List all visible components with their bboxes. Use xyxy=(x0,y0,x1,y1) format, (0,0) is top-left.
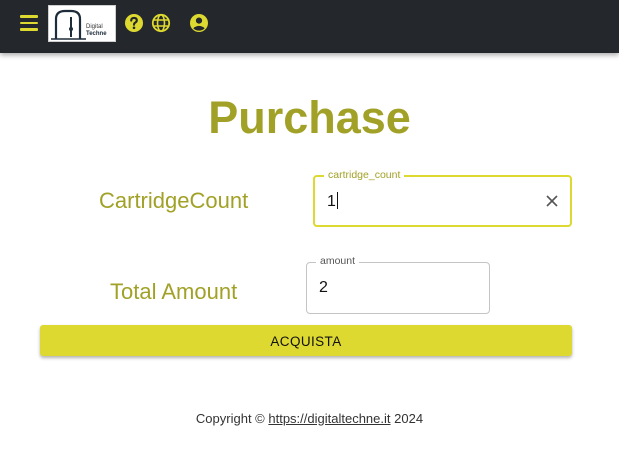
footer-link[interactable]: https://digitaltechne.it xyxy=(268,411,390,426)
text-caret xyxy=(336,192,338,209)
cartridge-count-value: 1 xyxy=(327,193,336,210)
footer: Copyright © https://digitaltechne.it 202… xyxy=(0,411,619,426)
logo-text: Digital Techne xyxy=(86,24,107,38)
copyright-text: Copyright © xyxy=(195,411,269,426)
copyright-year: 2024 xyxy=(390,411,424,426)
help-icon[interactable] xyxy=(124,13,144,33)
account-icon[interactable] xyxy=(189,13,209,33)
logo[interactable]: Digital Techne xyxy=(48,5,116,42)
cartridge-count-input[interactable]: 1 xyxy=(327,192,338,211)
logo-line1: Digital xyxy=(86,24,103,30)
app-bar: Digital Techne xyxy=(0,0,619,53)
globe-icon[interactable] xyxy=(151,13,171,33)
amount-value[interactable]: 2 xyxy=(319,279,328,297)
cartridge-count-label: CartridgeCount xyxy=(99,188,249,213)
page-title: Purchase xyxy=(208,92,411,143)
cartridge-count-field[interactable]: cartridge_count 1 xyxy=(313,169,572,227)
amount-field[interactable]: amount 2 xyxy=(306,255,490,314)
logo-line2: Techne xyxy=(86,31,107,37)
clear-icon[interactable] xyxy=(544,193,560,209)
cartridge-count-legend: cartridge_count xyxy=(324,169,405,181)
total-amount-label: Total Amount xyxy=(110,279,238,304)
amount-legend: amount xyxy=(316,255,360,267)
menu-icon[interactable] xyxy=(20,15,38,31)
logo-mark xyxy=(51,9,86,40)
buy-button[interactable]: ACQUISTA xyxy=(40,325,572,356)
